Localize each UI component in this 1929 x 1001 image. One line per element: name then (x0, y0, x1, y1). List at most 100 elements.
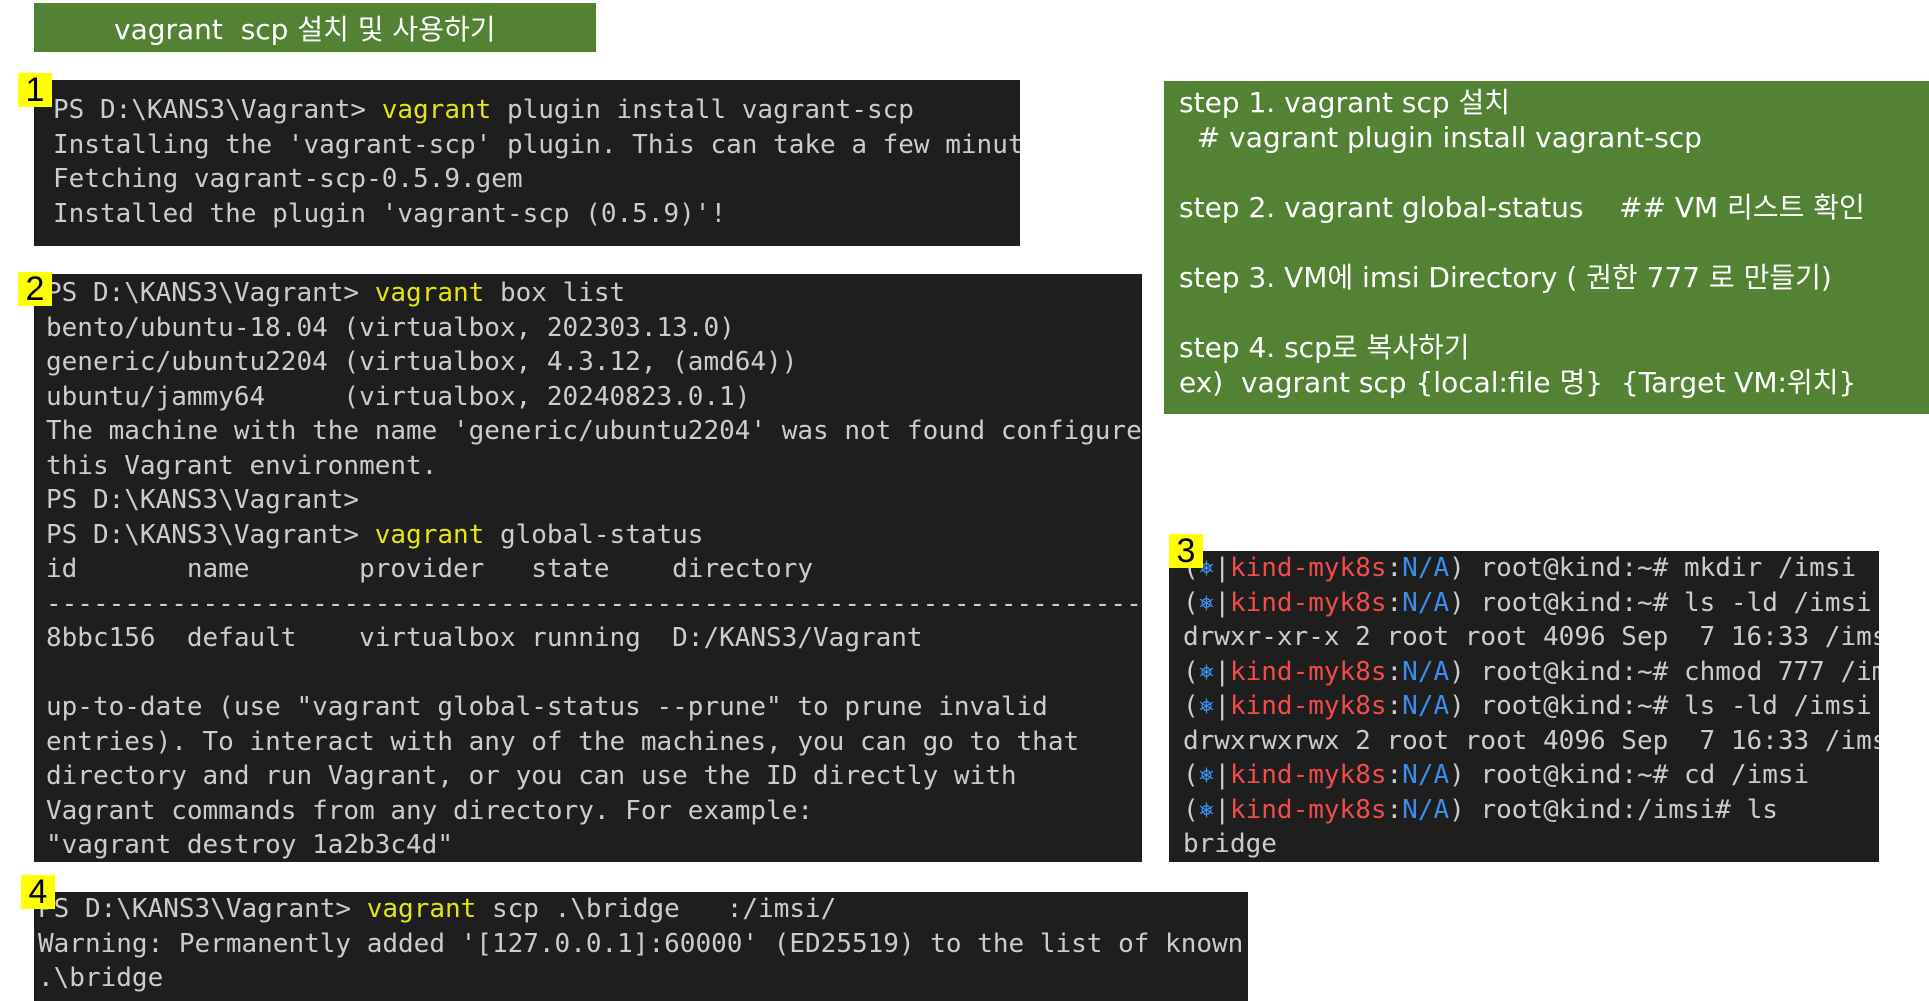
prompt-paren: ) (1449, 553, 1481, 583)
terminal-line: PS D:\KANS3\Vagrant> (46, 483, 1142, 518)
output-text: ----------------------------------------… (46, 588, 1142, 619)
terminal-line: drwxr-xr-x 2 root root 4096 Sep 7 16:33 … (1183, 620, 1879, 655)
prompt-paren: ( (1183, 587, 1199, 618)
page-title: vagrant scp 설치 및 사용하기 (34, 3, 596, 52)
prompt-paren: ) (1449, 760, 1481, 790)
terminal-line: directory and run Vagrant, or you can us… (46, 759, 1142, 794)
terminal-line: bridge (1183, 827, 1879, 862)
terminal-scp-copy: PS D:\KANS3\Vagrant> vagrant scp .\bridg… (34, 892, 1248, 1001)
terminal-line: ----------------------------------------… (46, 587, 1142, 622)
terminal-line: The machine with the name 'generic/ubunt… (46, 414, 1142, 449)
command-args: global-status (484, 519, 704, 550)
output-text: "vagrant destroy 1a2b3c4d" (46, 830, 453, 860)
output-text: up-to-date (use "vagrant global-status -… (46, 692, 1048, 722)
step-spacer (1179, 155, 1929, 190)
namespace-name: N/A (1402, 691, 1450, 721)
step-line: step 4. scp로 복사하기 (1179, 331, 1470, 364)
step-line: step 1. vagrant scp 설치 (1179, 86, 1511, 119)
output-text: PS D:\KANS3\Vagrant> (46, 485, 360, 515)
prompt-paren: ) (1449, 656, 1481, 687)
output-text: generic/ubuntu2204 (virtualbox, 4.3.12, … (46, 347, 798, 377)
step-3-badge: 3 (1169, 534, 1203, 568)
terminal-line: Installing the 'vagrant-scp' plugin. Thi… (53, 128, 1020, 163)
cluster-name: kind-myk8s (1229, 794, 1387, 825)
host-prompt: root@kind:~# (1480, 760, 1684, 790)
cluster-name: kind-myk8s (1229, 587, 1387, 618)
output-text: this Vagrant environment. (46, 450, 438, 481)
host-prompt: root@kind:~# (1480, 553, 1684, 583)
step-line: # vagrant plugin install vagrant-scp (1179, 121, 1702, 154)
terminal-line: id name provider state directory (46, 552, 1142, 587)
prompt-paren: ) (1449, 691, 1481, 721)
kubernetes-icon: ⎈ (1198, 656, 1215, 687)
prompt-text: PS D:\KANS3\Vagrant> (38, 894, 367, 924)
terminal-line: Warning: Permanently added '[127.0.0.1]:… (38, 927, 1248, 962)
prompt-separator: | (1214, 656, 1230, 687)
terminal-line: entries). To interact with any of the ma… (46, 725, 1142, 760)
terminal-line: PS D:\KANS3\Vagrant> vagrant plugin inst… (53, 93, 1020, 128)
cluster-name: kind-myk8s (1229, 691, 1387, 721)
output-text: bridge (1183, 829, 1277, 859)
cluster-name: kind-myk8s (1229, 656, 1387, 687)
terminal-line: Vagrant commands from any directory. For… (46, 794, 1142, 829)
prompt-colon: : (1386, 553, 1403, 583)
terminal-line: drwxrwxrwx 2 root root 4096 Sep 7 16:33 … (1183, 724, 1879, 759)
prompt-colon: : (1386, 691, 1403, 721)
output-text: id name provider state directory (46, 554, 814, 584)
output-text: Warning: Permanently added '[127.0.0.1]:… (38, 928, 1248, 959)
prompt-text: PS D:\KANS3\Vagrant> (46, 278, 375, 308)
step-line: step 2. vagrant global-status ## VM 리스트 … (1179, 191, 1865, 224)
terminal-line: PS D:\KANS3\Vagrant> vagrant box list (46, 276, 1142, 311)
command-args: plugin install vagrant-scp (491, 95, 914, 125)
terminal-line: (⎈|kind-myk8s:N/A) root@kind:~# mkdir /i… (1183, 551, 1879, 586)
namespace-name: N/A (1402, 794, 1450, 825)
terminal-line: (⎈|kind-myk8s:N/A) root@kind:~# ls -ld /… (1183, 586, 1879, 621)
terminal-line: (⎈|kind-myk8s:N/A) root@kind:~# cd /imsi (1183, 758, 1879, 793)
output-text: drwxr-xr-x 2 root root 4096 Sep 7 16:33 … (1183, 622, 1879, 652)
prompt-separator: | (1214, 691, 1230, 721)
prompt-paren: ( (1183, 691, 1199, 721)
terminal-line: 8bbc156 default virtualbox running D:/KA… (46, 621, 1142, 656)
prompt-paren: ( (1183, 794, 1199, 825)
terminal-line: PS D:\KANS3\Vagrant> vagrant scp .\bridg… (38, 892, 1248, 927)
output-text: The machine with the name 'generic/ubunt… (46, 416, 1142, 446)
output-text: ubuntu/jammy64 (virtualbox, 20240823.0.1… (46, 381, 751, 412)
namespace-name: N/A (1402, 760, 1450, 790)
output-text: 8bbc156 default virtualbox running D:/KA… (46, 623, 923, 653)
terminal-line: "vagrant destroy 1a2b3c4d" (46, 828, 1142, 862)
host-prompt: root@kind:/imsi# (1480, 794, 1747, 825)
prompt-separator: | (1214, 587, 1230, 618)
prompt-colon: : (1386, 587, 1403, 618)
step-4-badge: 4 (21, 875, 55, 909)
command-text: ls -ld /imsi (1683, 691, 1872, 721)
terminal-vm-imsi: (⎈|kind-myk8s:N/A) root@kind:~# mkdir /i… (1169, 551, 1879, 862)
output-text: drwxrwxrwx 2 root root 4096 Sep 7 16:33 … (1183, 725, 1879, 756)
prompt-paren: ) (1449, 794, 1481, 825)
command-name: vagrant (374, 519, 485, 550)
prompt-paren: ) (1449, 587, 1481, 618)
output-text: bento/ubuntu-18.04 (virtualbox, 202303.1… (46, 312, 735, 343)
command-text: chmod 777 /imsi (1683, 656, 1879, 687)
command-text: cd /imsi (1683, 760, 1810, 790)
kubernetes-icon: ⎈ (1198, 760, 1215, 790)
kubernetes-icon: ⎈ (1198, 587, 1215, 618)
prompt-paren: ( (1183, 760, 1199, 790)
terminal-line: (⎈|kind-myk8s:N/A) root@kind:~# ls -ld /… (1183, 689, 1879, 724)
prompt-separator: | (1214, 553, 1230, 583)
terminal-line: (⎈|kind-myk8s:N/A) root@kind:~# chmod 77… (1183, 655, 1879, 690)
prompt-text: PS D:\KANS3\Vagrant> (53, 95, 382, 125)
terminal-line: Fetching vagrant-scp-0.5.9.gem (53, 162, 1020, 197)
terminal-line: generic/ubuntu2204 (virtualbox, 4.3.12, … (46, 345, 1142, 380)
command-text: mkdir /imsi (1683, 553, 1857, 583)
prompt-colon: : (1386, 794, 1403, 825)
terminal-line: (⎈|kind-myk8s:N/A) root@kind:/imsi# ls (1183, 793, 1879, 828)
step-1-badge: 1 (18, 73, 52, 107)
cluster-name: kind-myk8s (1229, 760, 1387, 790)
host-prompt: root@kind:~# (1480, 691, 1684, 721)
terminal-line: this Vagrant environment. (46, 449, 1142, 484)
command-name: vagrant (366, 894, 477, 924)
prompt-colon: : (1386, 760, 1403, 790)
steps-panel: step 1. vagrant scp 설치 # vagrant plugin … (1164, 81, 1929, 414)
step-2-badge: 2 (18, 272, 52, 306)
command-name: vagrant (374, 278, 485, 308)
